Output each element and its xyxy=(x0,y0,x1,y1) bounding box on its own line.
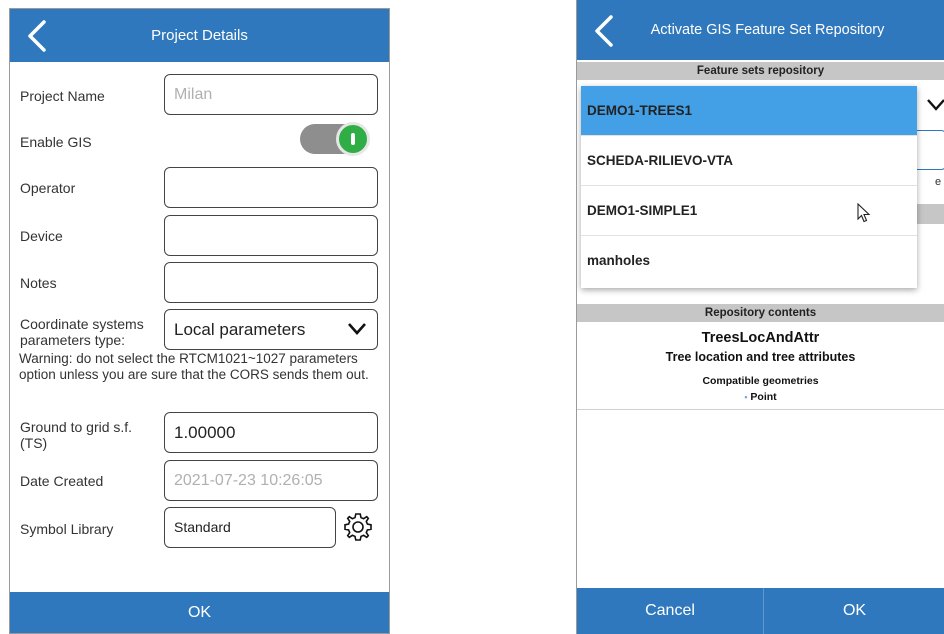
ok-button[interactable]: OK xyxy=(10,592,389,633)
toggle-knob xyxy=(336,122,370,156)
gear-icon[interactable] xyxy=(342,511,374,543)
geometry-point-label: Point xyxy=(750,391,777,403)
date-created-field: 2021-07-23 10:26:05 xyxy=(164,460,378,501)
mouse-cursor-icon xyxy=(857,203,871,223)
enable-gis-toggle[interactable] xyxy=(300,122,370,156)
hidden-label-fragment: e xyxy=(935,176,942,188)
device-input[interactable] xyxy=(164,215,378,256)
repository-content-description: Tree location and tree attributes xyxy=(665,350,856,364)
operator-input[interactable] xyxy=(164,167,378,208)
page-title: Project Details xyxy=(151,27,248,44)
repository-contents-section-header: Repository contents xyxy=(577,304,944,322)
cancel-button[interactable]: Cancel xyxy=(577,588,763,634)
page-title: Activate GIS Feature Set Repository xyxy=(650,22,885,38)
ok-button[interactable]: OK xyxy=(764,588,944,634)
ground-to-grid-label: Ground to grid s.f. (TS) xyxy=(20,419,133,451)
device-label: Device xyxy=(20,228,63,244)
content-divider xyxy=(577,409,944,410)
coordinate-params-label: Coordinate systems parameters type: xyxy=(20,316,144,348)
footer-bar: OK xyxy=(10,592,389,633)
project-name-input[interactable]: Milan xyxy=(164,74,378,115)
project-details-screen: Project Details Project Name Milan Enabl… xyxy=(9,8,390,634)
notes-input[interactable] xyxy=(164,262,378,303)
date-created-label: Date Created xyxy=(20,473,104,489)
repository-dropdown-list: DEMO1-TREES1 SCHEDA-RILIEVO-VTA DEMO1-SI… xyxy=(581,86,917,288)
ground-to-grid-input[interactable]: 1.00000 xyxy=(164,412,378,453)
dropdown-item[interactable]: SCHEDA-RILIEVO-VTA xyxy=(581,136,917,186)
chevron-down-icon xyxy=(348,323,366,335)
header-bar: Project Details xyxy=(10,9,389,62)
bullet-icon: • xyxy=(744,392,748,402)
activate-repository-screen: Activate GIS Feature Set Repository Feat… xyxy=(576,0,944,634)
chevron-down-icon[interactable] xyxy=(925,94,944,116)
coordinate-params-value: Local parameters xyxy=(174,320,306,339)
operator-label: Operator xyxy=(20,180,76,196)
symbol-library-field[interactable]: Standard xyxy=(164,507,336,548)
symbol-library-label: Symbol Library xyxy=(20,521,114,537)
compatible-geometries-label: Compatible geometries xyxy=(702,375,819,387)
header-bar: Activate GIS Feature Set Repository xyxy=(577,0,944,60)
geometry-list-item: • Point xyxy=(577,391,944,403)
footer-bar: Cancel OK xyxy=(577,588,944,634)
feature-sets-section-header: Feature sets repository xyxy=(577,62,944,80)
project-name-label: Project Name xyxy=(20,88,105,104)
repository-content-name: TreesLocAndAttr xyxy=(701,330,820,346)
coordinate-params-select[interactable]: Local parameters xyxy=(164,309,378,350)
rtcm-warning-text: Warning: do not select the RTCM1021~1027… xyxy=(19,351,369,382)
notes-label: Notes xyxy=(20,275,57,291)
dropdown-item[interactable]: manholes xyxy=(581,236,917,286)
enable-gis-label: Enable GIS xyxy=(20,134,92,150)
dropdown-item[interactable]: DEMO1-TREES1 xyxy=(581,86,917,136)
